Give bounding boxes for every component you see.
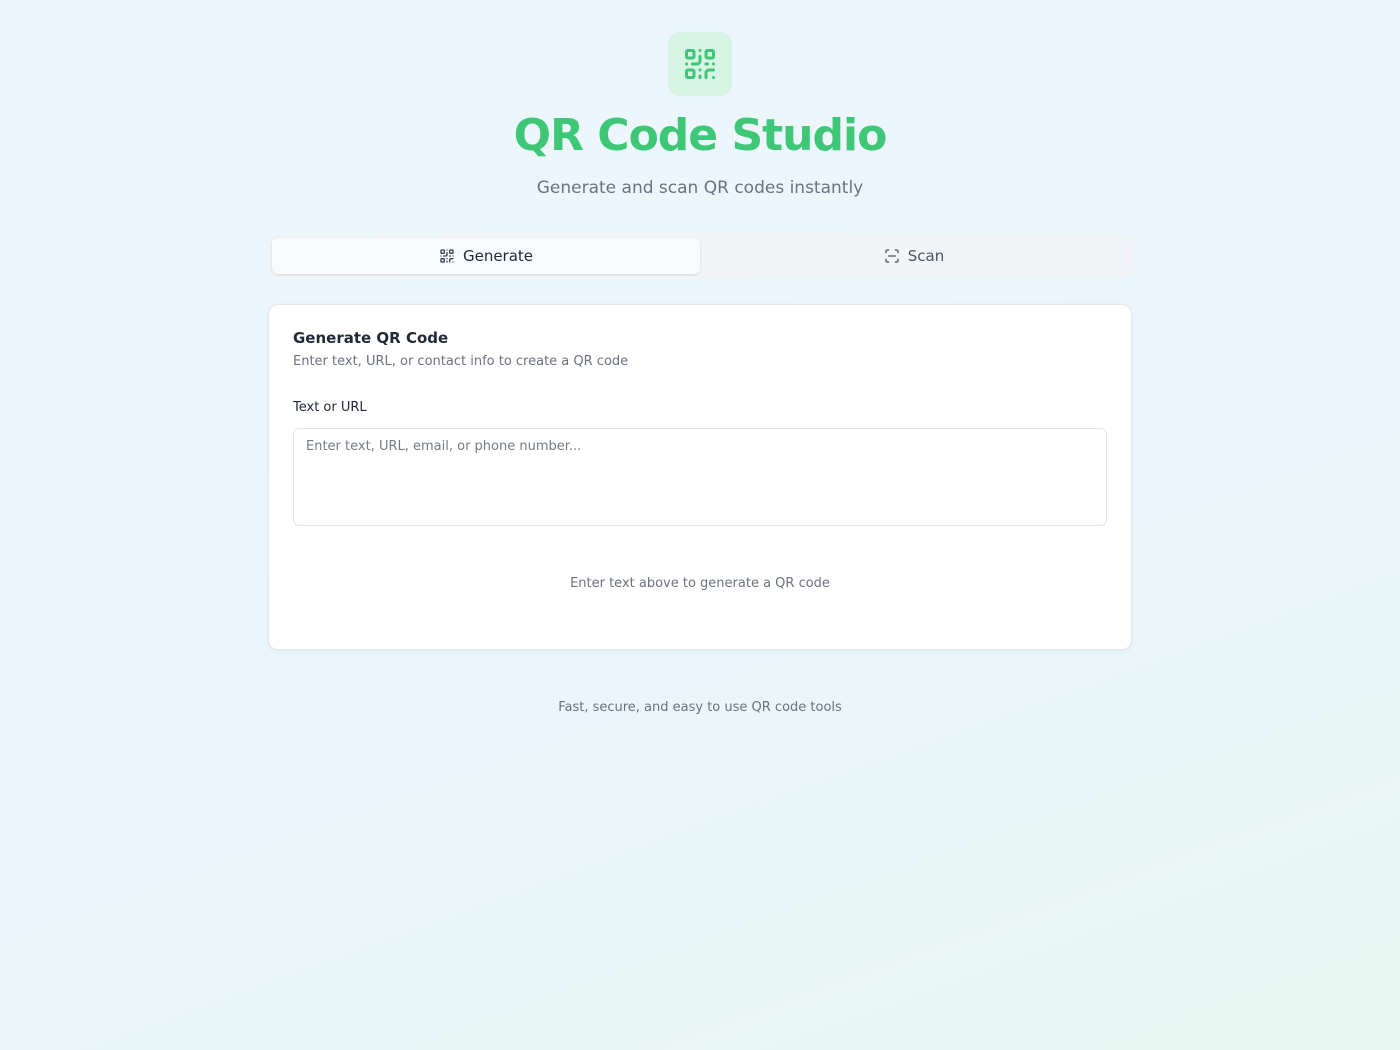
- mode-tabs: Generate Scan: [268, 234, 1132, 278]
- card-title: Generate QR Code: [293, 329, 449, 347]
- tab-generate[interactable]: Generate: [272, 238, 700, 274]
- app-header: QR Code Studio Generate and scan QR code…: [0, 32, 1400, 200]
- qr-code-icon: [685, 49, 715, 80]
- footer-text: Fast, secure, and easy to use QR code to…: [558, 700, 842, 715]
- qr-empty-state: Enter text above to generate a QR code: [570, 576, 830, 591]
- tab-scan-label: Scan: [907, 247, 945, 265]
- app-title: QR Code Studio: [513, 110, 888, 161]
- scan-icon: [884, 248, 900, 264]
- app-subtitle: Generate and scan QR codes instantly: [536, 178, 864, 198]
- generate-card: Generate QR Code Enter text, URL, or con…: [268, 304, 1132, 650]
- text-url-label: Text or URL: [293, 400, 367, 415]
- text-url-input[interactable]: [293, 428, 1107, 526]
- tab-scan[interactable]: Scan: [700, 238, 1128, 274]
- app-logo: [668, 32, 732, 96]
- qr-code-icon: [439, 248, 455, 264]
- card-description: Enter text, URL, or contact info to crea…: [293, 354, 629, 369]
- tab-generate-label: Generate: [462, 247, 534, 265]
